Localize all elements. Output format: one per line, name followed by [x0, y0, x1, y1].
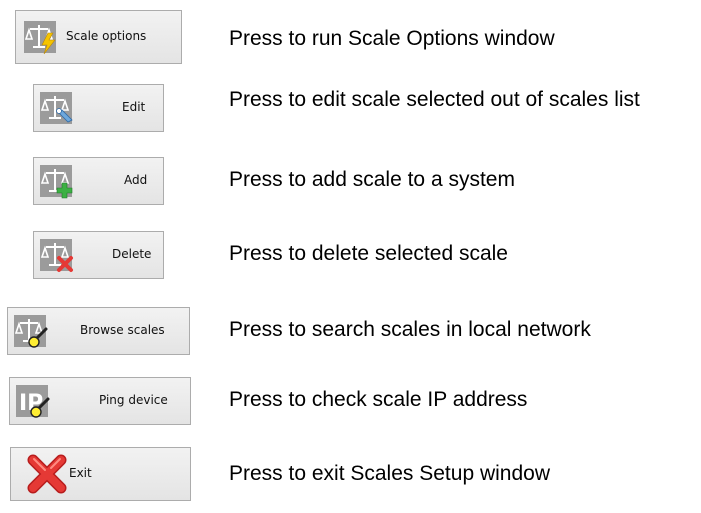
ip-search-icon: IP: [14, 383, 52, 419]
scale-edit-icon: [38, 90, 76, 126]
scale-options-button[interactable]: Scale options: [15, 10, 182, 64]
scale-add-icon: [38, 163, 76, 199]
scale-search-icon: [12, 313, 50, 349]
edit-label: Edit: [122, 100, 146, 114]
ping-device-description: Press to check scale IP address: [229, 388, 528, 411]
browse-scales-button[interactable]: Browse scales: [7, 307, 190, 355]
edit-button[interactable]: Edit: [33, 84, 164, 132]
edit-description: Press to edit scale selected out of scal…: [229, 88, 640, 111]
add-description: Press to add scale to a system: [229, 168, 515, 191]
scale-lightning-icon: [22, 19, 60, 55]
scale-options-description: Press to run Scale Options window: [229, 27, 555, 50]
exit-label: Exit: [69, 466, 92, 480]
red-x-icon: [25, 452, 69, 496]
browse-scales-description: Press to search scales in local network: [229, 318, 591, 341]
browse-scales-label: Browse scales: [80, 323, 165, 337]
add-label: Add: [124, 173, 148, 187]
add-button[interactable]: Add: [33, 157, 164, 205]
delete-button[interactable]: Delete: [33, 231, 164, 279]
ping-device-label: Ping device: [99, 393, 168, 407]
scale-delete-icon: [38, 237, 76, 273]
delete-label: Delete: [112, 247, 152, 261]
scale-options-label: Scale options: [66, 29, 147, 43]
delete-description: Press to delete selected scale: [229, 242, 508, 265]
ping-device-button[interactable]: IP Ping device: [9, 377, 191, 425]
exit-description: Press to exit Scales Setup window: [229, 462, 550, 485]
exit-button[interactable]: Exit: [10, 447, 191, 501]
